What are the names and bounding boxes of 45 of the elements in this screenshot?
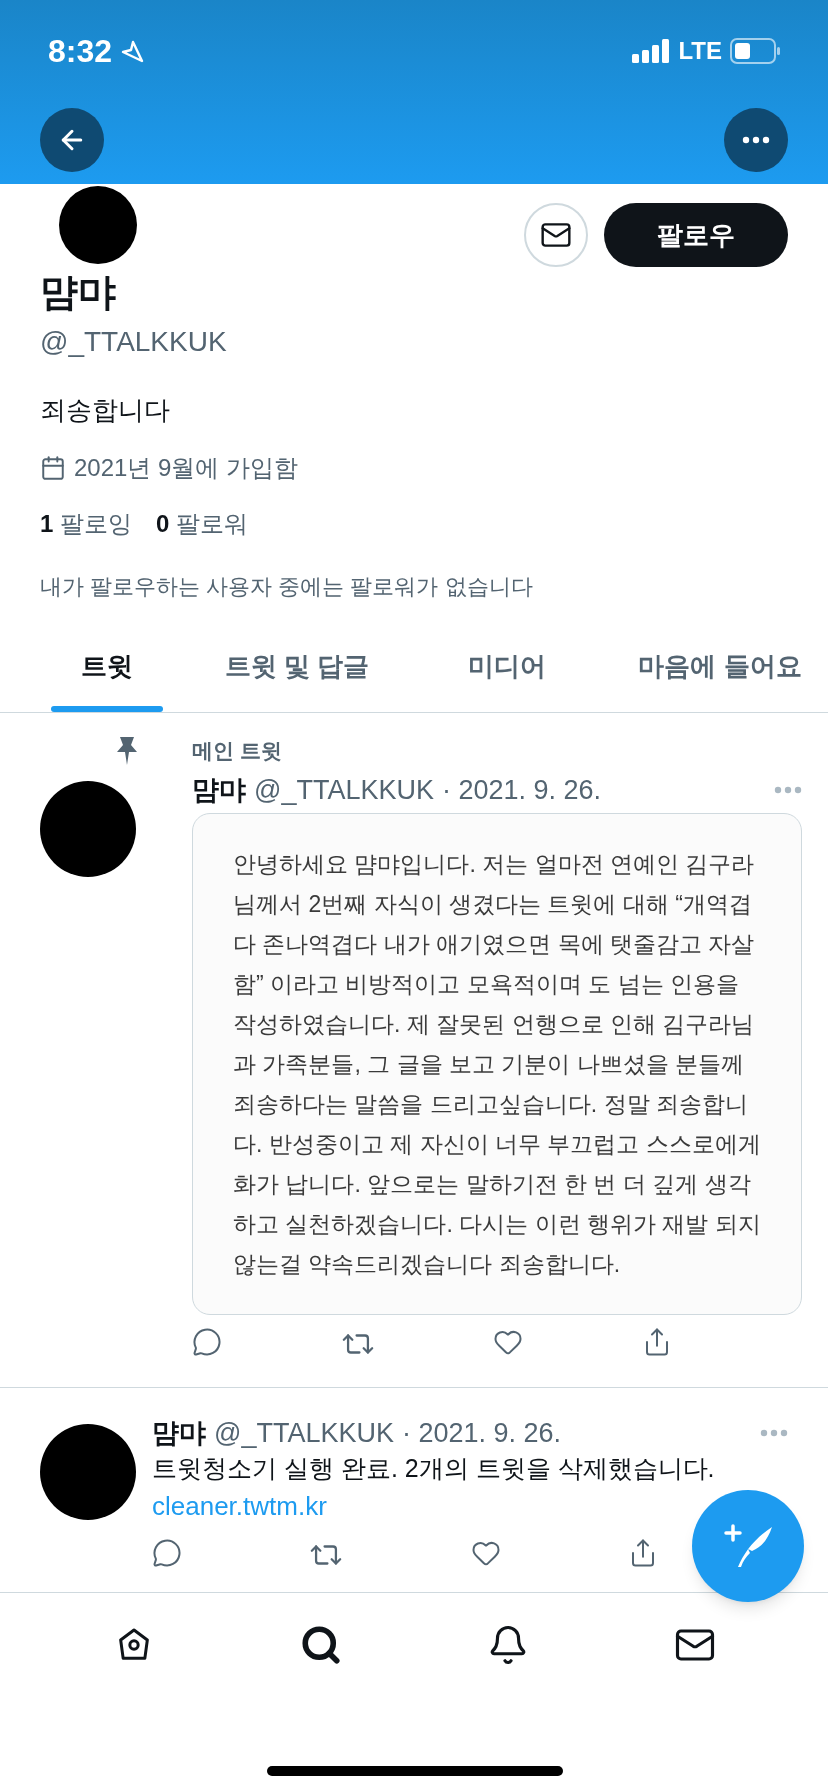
network-label: LTE xyxy=(678,36,722,66)
author-handle: @_TTALKKUK xyxy=(254,774,434,807)
author-name: 먐먀 xyxy=(152,1417,206,1450)
reply-icon[interactable] xyxy=(192,1327,222,1357)
image-text-line: 다. 반성중이고 제 자신이 너무 부끄럽고 스스로에게 xyxy=(233,1130,761,1159)
profile-name: 먐먀 xyxy=(40,270,117,315)
profile-tab[interactable]: 미디어 xyxy=(402,627,612,712)
pin-icon xyxy=(114,735,140,765)
signal-icon xyxy=(632,39,671,63)
image-text-line: 작성하였습니다. 제 잘못된 언행으로 인해 김구라님 xyxy=(233,1010,756,1039)
reply-icon[interactable] xyxy=(152,1538,182,1568)
followers-count[interactable]: 0 팔로워 xyxy=(156,506,249,542)
profile-tab[interactable]: 트윗 및 답글 xyxy=(192,627,402,712)
pinned-label: 메인 트윗 xyxy=(191,738,283,764)
join-date: 2021년 9월에 가입함 xyxy=(74,453,299,483)
status-time: 8:32 xyxy=(48,32,113,71)
compose-icon xyxy=(722,1523,774,1569)
tweet-date: · 2021. 9. 26. xyxy=(401,1417,562,1450)
profile-handle: @_TTALKKUK xyxy=(40,325,228,359)
mutuals-note: 내가 팔로우하는 사용자 중에는 팔로워가 없습니다 xyxy=(40,573,534,601)
tweet-date: · 2021. 9. 26. xyxy=(441,774,602,807)
message-button[interactable] xyxy=(524,203,588,267)
image-text-line: 과 가족분들, 그 글을 보고 기분이 나쁘셨을 분들께 xyxy=(233,1050,746,1079)
image-text-line: 다 존나역겹다 내가 애기였으면 목에 탯줄감고 자살 xyxy=(233,930,756,959)
profile-tab[interactable]: 트윗 xyxy=(22,627,192,712)
image-text-line: 함” 이라고 비방적이고 모욕적이며 도 넘는 인용을 xyxy=(233,970,740,999)
image-text-line: 님께서 2번째 자식이 생겼다는 트윗에 대해 “개역겹 xyxy=(233,890,753,919)
image-text-line: 않는걸 약속드리겠습니다 죄송합니다. xyxy=(233,1250,622,1279)
following-count[interactable]: 1 팔로잉 xyxy=(40,506,133,542)
image-text-line: 죄송하다는 말씀을 드리고싶습니다. 정말 죄송합니 xyxy=(233,1090,749,1119)
calendar-icon xyxy=(40,455,66,481)
image-text-line: 화가 납니다. 앞으로는 말하기전 한 번 더 깊게 생각 xyxy=(233,1170,752,1199)
image-text-line: 하고 실천하겠습니다. 다시는 이런 행위가 재발 되지 xyxy=(233,1210,761,1239)
tweet-image[interactable] xyxy=(192,813,802,1315)
location-icon xyxy=(120,39,145,63)
image-text-line: 안녕하세요 먐먀입니다. 저는 얼마전 연예인 김구라 xyxy=(233,850,756,879)
profile-tab[interactable]: 마음에 들어요 xyxy=(612,627,828,712)
more-icon[interactable] xyxy=(742,136,770,144)
author-name: 먐먀 xyxy=(192,774,246,807)
follow-button[interactable]: 팔로우 xyxy=(604,203,788,267)
profile-bio: 죄송합니다 xyxy=(40,394,171,427)
author-handle: @_TTALKKUK xyxy=(214,1417,394,1450)
tweet-text: 트윗청소기 실행 완료. 2개의 트윗을 삭제했습니다. xyxy=(152,1453,715,1484)
search-icon[interactable] xyxy=(299,1624,342,1666)
battery-icon xyxy=(730,38,780,64)
